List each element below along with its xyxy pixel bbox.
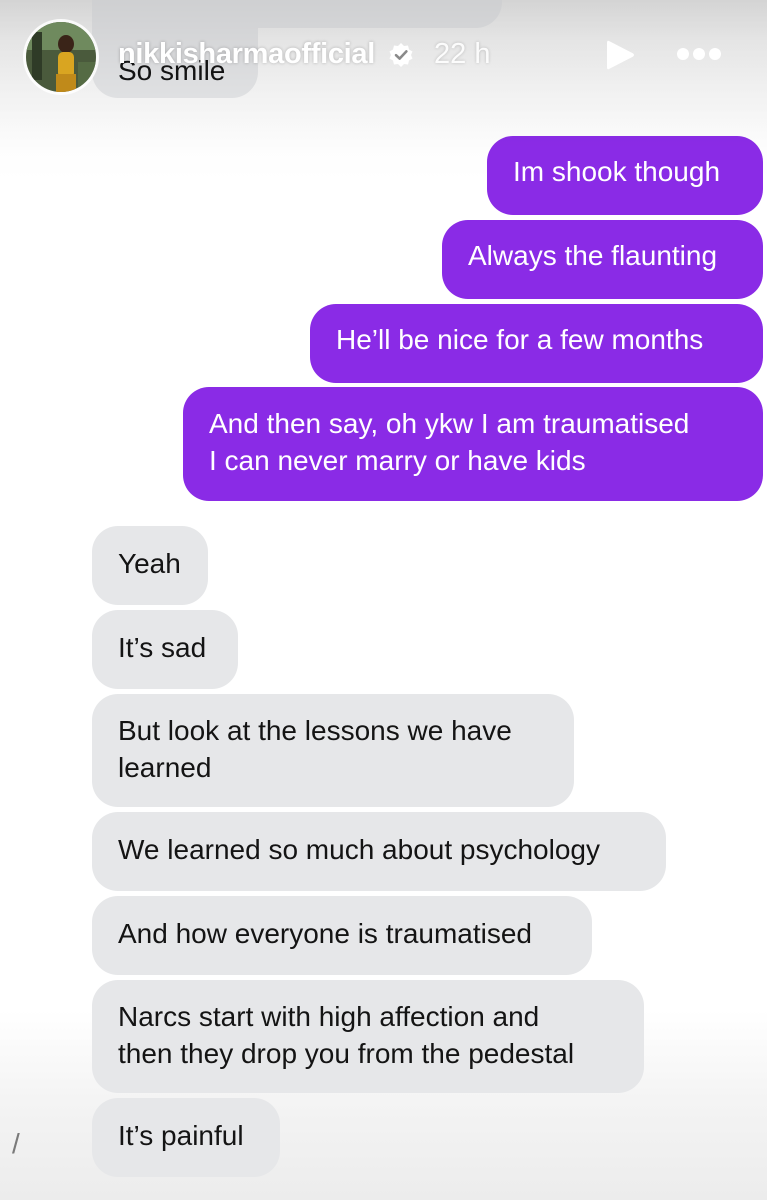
message-text-line: Narcs start with high affection and <box>118 1001 540 1032</box>
message-text-line: And then say, oh ykw I am traumatised <box>209 408 690 439</box>
story-screen: So smile Im shook though Always the flau… <box>0 0 767 1200</box>
message-bubble-sent: He’ll be nice for a few months <box>310 304 763 383</box>
message-text-line: then they drop you from the pedestal <box>118 1038 575 1069</box>
message-text: Always the flaunting <box>468 240 718 271</box>
message-text-line: But look at the lessons we have <box>118 715 512 746</box>
message-text-line: I can never marry or have kids <box>209 445 586 476</box>
message-bubble-received: We learned so much about psychology <box>92 812 666 891</box>
message-bubble-sent: And then say, oh ykw I am traumatised I … <box>183 387 763 501</box>
message-text: He’ll be nice for a few months <box>336 324 704 355</box>
more-options-icon[interactable] <box>676 46 722 62</box>
message-bubble-received: Yeah <box>92 526 208 605</box>
message-bubble-received: And how everyone is traumatised <box>92 896 592 975</box>
story-time: 22 h <box>434 38 491 70</box>
message-bubble-received: Narcs start with high affection and then… <box>92 980 644 1093</box>
message-text-line: learned <box>118 752 212 783</box>
message-text: Yeah <box>118 548 181 579</box>
story-header: nikkisharmaofficial 22 h <box>0 0 767 120</box>
message-bubble-sent: Always the flaunting <box>442 220 763 299</box>
profile-avatar[interactable] <box>26 22 96 92</box>
message-bubble-received: It’s sad <box>92 610 238 689</box>
story-username[interactable]: nikkisharmaofficial <box>118 38 375 71</box>
message-bubble-sent: Im shook though <box>487 136 763 215</box>
stray-mark: / <box>12 1128 20 1159</box>
message-text: It’s painful <box>118 1120 244 1151</box>
message-text: Im shook though <box>513 156 721 187</box>
message-text: It’s sad <box>118 632 207 663</box>
verified-badge-icon <box>389 43 413 67</box>
play-icon[interactable] <box>604 38 636 72</box>
message-text: We learned so much about psychology <box>118 834 600 865</box>
message-bubble-received: It’s painful <box>92 1098 280 1177</box>
avatar-image <box>26 22 96 92</box>
message-text: And how everyone is traumatised <box>118 918 532 949</box>
message-bubble-received: But look at the lessons we have learned <box>92 694 574 807</box>
